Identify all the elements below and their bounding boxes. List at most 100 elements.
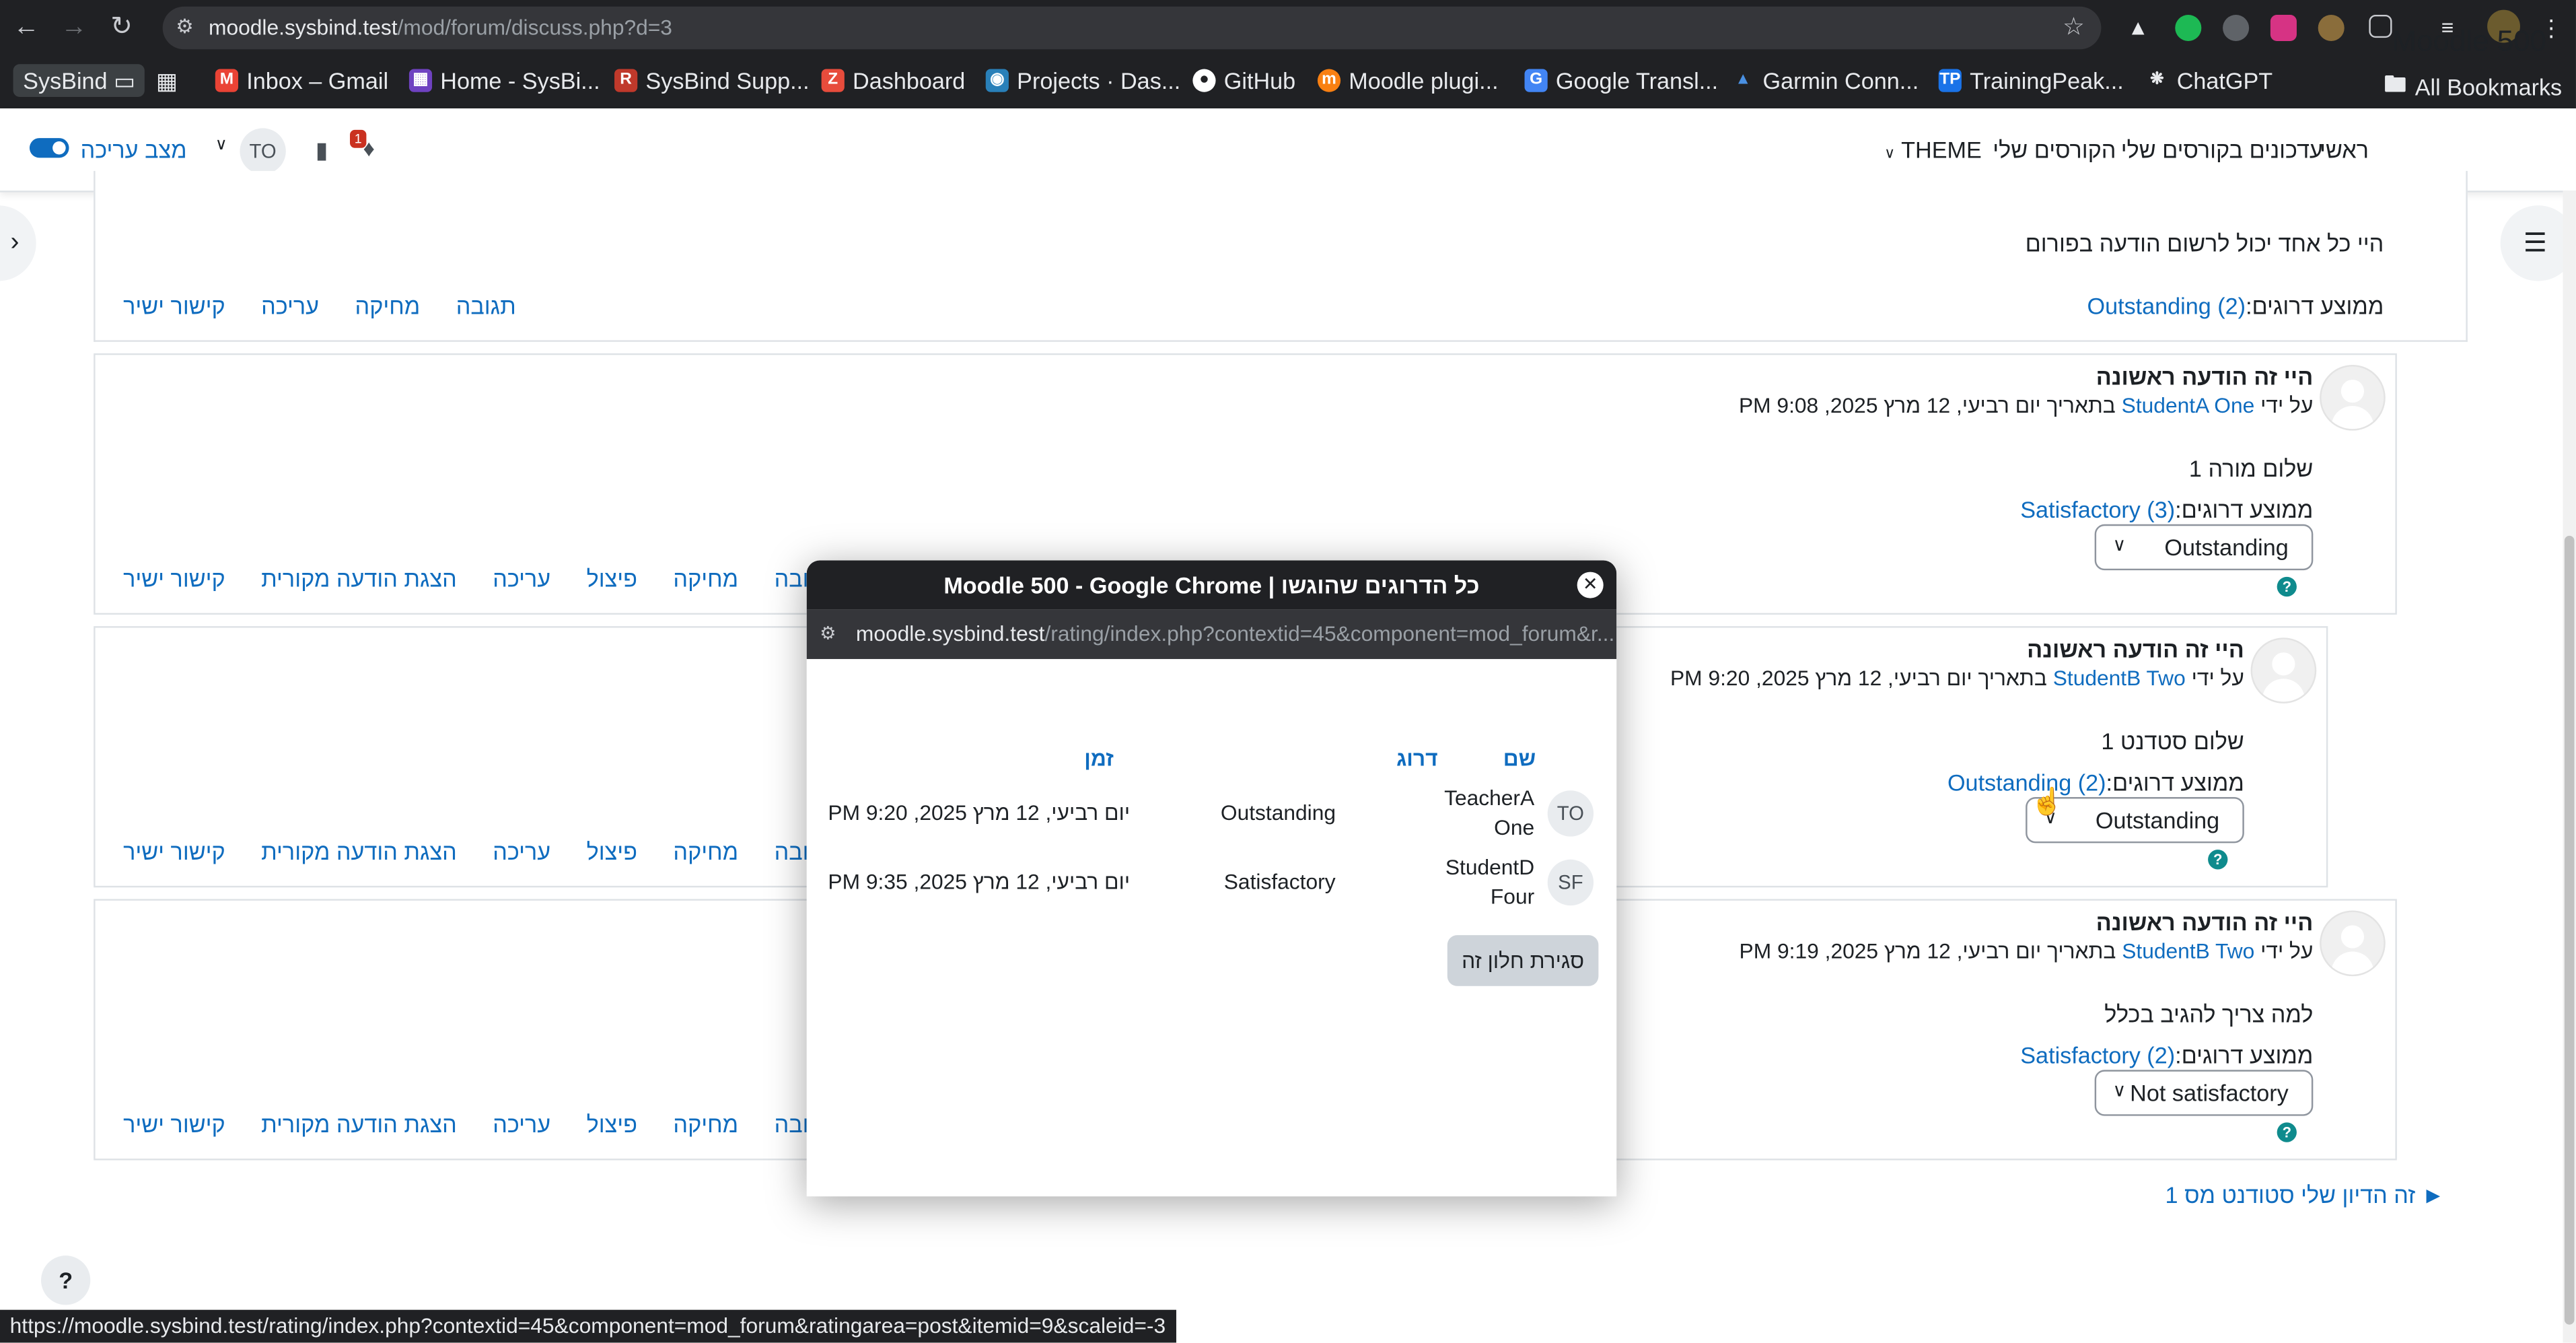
action-show-parent[interactable]: הצגת הודעה מקורית (261, 838, 457, 864)
action-split[interactable]: פיצול (587, 838, 637, 864)
help-icon[interactable]: ? (2208, 850, 2228, 870)
messages-icon[interactable]: ▮ (316, 137, 328, 165)
all-bookmarks[interactable]: 🖿 All Bookmarks (2384, 67, 2562, 107)
action-delete[interactable]: מחיקה (673, 838, 738, 864)
rating-select[interactable]: ∨ Outstanding (2094, 524, 2314, 571)
user-avatar[interactable]: TO (240, 128, 286, 174)
chevron-right-icon: › (10, 228, 20, 256)
apps-grid-icon[interactable]: ▦ (156, 67, 178, 96)
post-author-link[interactable]: StudentB Two (2122, 938, 2254, 963)
scrollbar-thumb[interactable] (2564, 535, 2575, 1325)
bookmark-gmail[interactable]: M Inbox – Gmail (215, 67, 388, 94)
action-delete[interactable]: מחיקה (673, 1111, 738, 1137)
extensions-puzzle-icon[interactable] (2369, 14, 2392, 38)
bookmark-google-translate[interactable]: G Google Transl... (1524, 67, 1718, 94)
bookmark-garmin[interactable]: ▲ Garmin Conn... (1731, 67, 1919, 94)
action-delete[interactable]: מחיקה (355, 293, 421, 319)
rating-average-link[interactable]: Satisfactory (3) (2020, 496, 2175, 522)
edit-mode-toggle[interactable] (29, 138, 69, 158)
action-split[interactable]: פיצול (587, 565, 637, 592)
next-discussion-link[interactable]: ► זה הדיון שלי סטודנט מס 1 (2166, 1181, 2445, 1208)
nav-my-courses[interactable]: הקורסים שלי (1993, 137, 2116, 163)
bookmark-home-sysbind[interactable]: ▦ Home - SysBi... (408, 67, 600, 94)
rater-rating: Outstanding (1220, 800, 1336, 825)
nav-home[interactable]: ראשי (2320, 137, 2369, 163)
post-title: היי זה הודעה ראשונה (2096, 909, 2314, 936)
help-icon[interactable]: ? (2277, 576, 2297, 597)
rating-average-link[interactable]: Outstanding (2) (2087, 293, 2246, 319)
moodle-icon: m (1317, 69, 1341, 92)
chatgpt-icon: ❋ (2150, 70, 2164, 89)
bookmark-sysbind[interactable]: SysBind ▭ (13, 64, 146, 98)
user-menu-chevron-icon[interactable]: ∨ (215, 137, 227, 155)
nav-theme[interactable]: ∨ THEME (1884, 137, 1982, 163)
action-edit[interactable]: עריכה (493, 1111, 550, 1137)
post-actions: תגובה מחיקה פיצול עריכה הצגת הודעה מקורי… (123, 565, 863, 592)
popup-url-path: /rating/index.php?contextid=45&component… (1044, 621, 1615, 646)
browser-toolbar: ← → ↻ ⚙ moodle.sysbind.test/mod/forum/di… (0, 0, 2576, 57)
course-index-toggle[interactable]: › (0, 205, 36, 281)
col-rating-header[interactable]: דרוג (1396, 746, 1438, 771)
site-info-icon[interactable]: ⚙ (176, 15, 193, 38)
col-time-header[interactable]: זמן (1084, 746, 1114, 771)
grid-icon: ▦ (408, 69, 433, 92)
address-bar[interactable]: ⚙ moodle.sysbind.test/mod/forum/discuss.… (162, 6, 2102, 50)
post-author-avatar[interactable] (2320, 910, 2386, 977)
bookmark-moodle-plugins[interactable]: m Moodle plugi... (1317, 67, 1499, 94)
action-permalink[interactable]: קישור ישיר (123, 1111, 225, 1137)
site-brand[interactable]: Moodle 500 (2392, 25, 2546, 59)
bookmark-github[interactable]: ● GitHub (1192, 67, 1295, 94)
action-split[interactable]: פיצול (587, 1111, 637, 1137)
trainingpeaks-icon: TP (1938, 69, 1962, 92)
extension-w-icon[interactable] (2223, 14, 2250, 42)
action-reply[interactable]: תגובה (456, 293, 516, 319)
bookmark-chatgpt[interactable]: ❋ ChatGPT (2145, 67, 2273, 94)
url-path: /mod/forum/discuss.php?d=3 (397, 14, 672, 40)
extension-green-icon[interactable] (2175, 14, 2202, 42)
nav-course-updates[interactable]: עדכונים בקורסים שלי (2121, 137, 2323, 163)
popup-title: Moodle 500 - Google Chrome | כל הדרוגים … (806, 560, 1617, 610)
rating-average-link[interactable]: Outstanding (2) (1947, 769, 2106, 796)
garmin-icon: ▲ (1735, 70, 1752, 89)
post-author-link[interactable]: StudentB Two (2053, 666, 2186, 691)
footer-help-button[interactable]: ? (41, 1255, 91, 1305)
action-edit[interactable]: עריכה (493, 838, 550, 864)
rating-average-link[interactable]: Satisfactory (2) (2020, 1042, 2175, 1068)
help-icon[interactable]: ? (2277, 1122, 2297, 1142)
extension-chrome-icon[interactable] (2318, 14, 2345, 42)
action-permalink[interactable]: קישור ישיר (123, 565, 225, 592)
rating-select[interactable]: ∨ Not satisfactory (2094, 1070, 2314, 1116)
col-name-header[interactable]: שם (1503, 746, 1536, 771)
post-actions: תגובה מחיקה עריכה קישור ישיר (123, 293, 546, 319)
reload-icon[interactable]: ↻ (107, 13, 137, 43)
site-info-icon: ⚙ (820, 624, 836, 644)
action-permalink[interactable]: קישור ישיר (123, 838, 225, 864)
chevron-down-icon: ∨ (2112, 1081, 2126, 1101)
bookmark-projects[interactable]: ◉ Projects · Das... (985, 67, 1180, 94)
close-icon[interactable]: ✕ (1577, 572, 1604, 598)
post-author-link[interactable]: StudentA One (2122, 392, 2255, 417)
action-show-parent[interactable]: הצגת הודעה מקורית (261, 1111, 457, 1137)
forward-icon[interactable]: → (59, 13, 89, 43)
pointer-cursor-icon: ☝ (2030, 788, 2064, 817)
bookmark-trainingpeaks[interactable]: TP TrainingPeak... (1938, 67, 2124, 94)
post-author-avatar[interactable] (2250, 638, 2317, 703)
action-edit[interactable]: עריכה (261, 293, 319, 319)
extension-pink-icon[interactable] (2270, 14, 2297, 42)
back-icon[interactable]: ← (11, 13, 41, 43)
extension-flame-icon[interactable]: ▲ (2127, 15, 2153, 41)
notification-count-badge: 1 (349, 129, 367, 148)
action-show-parent[interactable]: הצגת הודעה מקורית (261, 565, 457, 592)
rater-name: StudentD Four (1445, 854, 1535, 909)
post-author-avatar[interactable] (2320, 364, 2386, 431)
close-window-button[interactable]: סגירת חלון זה (1447, 935, 1599, 986)
action-delete[interactable]: מחיקה (673, 565, 738, 592)
action-permalink[interactable]: קישור ישיר (123, 293, 225, 319)
bookmark-sysbind-support[interactable]: R SysBind Supp... (614, 67, 810, 94)
post-body: למה צריך להגיב בכלל (2104, 1000, 2314, 1027)
action-edit[interactable]: עריכה (493, 565, 550, 592)
star-icon[interactable]: ☆ (2063, 11, 2085, 42)
forum-post-top: היי כל אחד יכול לרשום הודעה בפורום ממוצע… (94, 170, 2468, 342)
bookmark-dashboard[interactable]: Z Dashboard (821, 67, 965, 94)
screen: ← → ↻ ⚙ moodle.sysbind.test/mod/forum/di… (0, 0, 2576, 1343)
